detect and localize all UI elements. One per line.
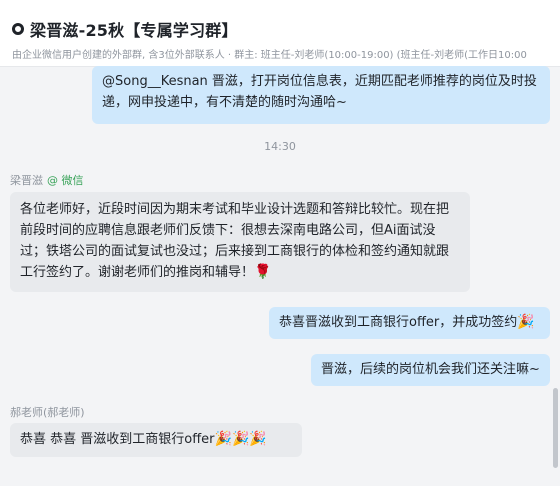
- timestamp: 14:30: [264, 140, 296, 153]
- party-popper-icon: 🎉: [517, 314, 535, 330]
- sender-platform: @ 微信: [47, 174, 84, 187]
- chat-title[interactable]: 梁晋滋-25秋【专属学习群】: [30, 17, 238, 41]
- party-popper-icon: 🎉🎉🎉: [214, 431, 267, 447]
- rose-icon: 🌹: [254, 264, 272, 280]
- message-bubble-outgoing[interactable]: 恭喜晋滋收到工商银行offer，并成功签约🎉: [269, 307, 550, 339]
- message-text: @Song__Kesnan 晋滋，打开岗位信息表，近期匹配老师推荐的岗位及时投递…: [102, 74, 537, 110]
- chat-header: 梁晋滋-25秋【专属学习群】 由企业微信用户创建的外部群, 含3位外部联系人 ·…: [0, 0, 560, 67]
- chat-subtitle: 由企业微信用户创建的外部群, 含3位外部联系人 · 群主: 班主任-刘老师(10…: [12, 50, 527, 61]
- group-ring-icon: [12, 23, 24, 35]
- scrollbar[interactable]: [553, 66, 558, 486]
- sender-label: 梁晋滋 @ 微信: [10, 172, 84, 188]
- message-bubble-incoming[interactable]: 恭喜 恭喜 晋滋收到工商银行offer🎉🎉🎉: [10, 423, 302, 457]
- title-row: 梁晋滋-25秋【专属学习群】: [12, 16, 238, 42]
- message-list[interactable]: @Song__Kesnan 晋滋，打开岗位信息表，近期匹配老师推荐的岗位及时投递…: [0, 66, 560, 486]
- message-text: 各位老师好，近段时间因为期末考试和毕业设计选题和答辩比较忙。现在把前段时间的应聘…: [20, 202, 450, 280]
- message-text: 恭喜晋滋收到工商银行offer，并成功签约: [279, 315, 518, 330]
- message-bubble-incoming[interactable]: 各位老师好，近段时间因为期末考试和毕业设计选题和答辩比较忙。现在把前段时间的应聘…: [10, 192, 470, 292]
- sender-name: 郝老师(郝老师): [10, 406, 85, 419]
- message-bubble-outgoing[interactable]: @Song__Kesnan 晋滋，打开岗位信息表，近期匹配老师推荐的岗位及时投递…: [92, 66, 550, 124]
- scrollbar-thumb[interactable]: [553, 388, 558, 468]
- sender-label: 郝老师(郝老师): [10, 404, 85, 420]
- message-text: 晋滋，后续的岗位机会我们还关注嘛~: [321, 362, 540, 377]
- message-text: 恭喜 恭喜 晋滋收到工商银行offer: [20, 432, 215, 447]
- message-bubble-outgoing[interactable]: 晋滋，后续的岗位机会我们还关注嘛~: [311, 354, 550, 386]
- sender-name: 梁晋滋: [10, 174, 43, 187]
